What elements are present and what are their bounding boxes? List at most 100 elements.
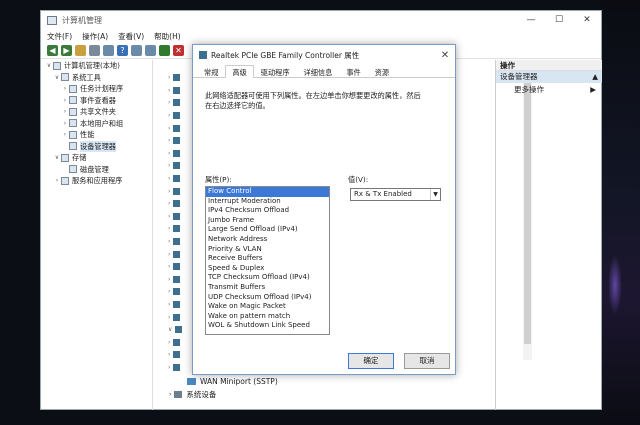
actions-device-manager[interactable]: 设备管理器 ▲: [496, 71, 602, 83]
maximize-button[interactable]: ☐: [545, 15, 573, 25]
property-list-item[interactable]: UDP Checksum Offload (IPv4): [206, 293, 329, 303]
device-category-row[interactable]: ›: [168, 122, 188, 134]
device-category-row[interactable]: ›: [168, 72, 188, 84]
minimize-button[interactable]: —: [517, 15, 545, 25]
tree-item[interactable]: › 事件查看器: [41, 95, 152, 107]
property-list-item[interactable]: Priority & VLAN: [206, 245, 329, 255]
dialog-tab[interactable]: 驱动程序: [254, 65, 297, 77]
device-category-row[interactable]: ›: [168, 349, 188, 361]
more-actions[interactable]: 更多操作 ▶: [496, 83, 602, 96]
chevron-right-icon[interactable]: ›: [168, 251, 170, 258]
tree-expander-icon[interactable]: ∨: [45, 60, 53, 72]
dialog-tab[interactable]: 常规: [197, 65, 225, 77]
menu-help[interactable]: 帮助(H): [154, 31, 181, 42]
value-dropdown[interactable]: Rx & Tx Enabled ▼: [350, 188, 441, 201]
chevron-right-icon[interactable]: ›: [168, 87, 170, 94]
property-listbox[interactable]: Flow Control Interrupt Moderation IPv4 Che…: [205, 186, 330, 335]
tree-item[interactable]: › 本地用户和组: [41, 118, 152, 130]
tree-item[interactable]: 磁盘管理: [41, 164, 152, 176]
chevron-right-icon[interactable]: ›: [168, 301, 170, 308]
device-category-row[interactable]: ›: [168, 223, 188, 235]
device-category-row[interactable]: ›: [168, 286, 188, 298]
show-hide-tree-icon[interactable]: [89, 45, 100, 56]
chevron-right-icon[interactable]: ›: [168, 225, 170, 232]
chevron-right-icon[interactable]: ›: [168, 112, 170, 119]
tree-item[interactable]: ∨ 存储: [41, 152, 152, 164]
property-list-item[interactable]: Interrupt Moderation: [206, 197, 329, 207]
chevron-right-icon[interactable]: ›: [168, 175, 170, 182]
chevron-right-icon[interactable]: ›: [168, 162, 170, 169]
property-list-item[interactable]: Receive Buffers: [206, 254, 329, 264]
chevron-right-icon[interactable]: ›: [168, 339, 170, 346]
property-list-item[interactable]: IPv4 Checksum Offload: [206, 206, 329, 216]
chevron-right-icon[interactable]: ›: [168, 150, 170, 157]
device-category-row[interactable]: ›: [168, 85, 188, 97]
uninstall-icon[interactable]: ✕: [173, 45, 184, 56]
dialog-tab[interactable]: 详细信息: [297, 65, 340, 77]
tree-expander-icon[interactable]: ∨: [53, 72, 61, 84]
chevron-right-icon[interactable]: ›: [168, 351, 170, 358]
property-list-item[interactable]: Transmit Buffers: [206, 283, 329, 293]
dialog-tab[interactable]: 高级: [225, 65, 254, 78]
chevron-right-icon[interactable]: ›: [168, 74, 170, 81]
device-category-row[interactable]: ›: [168, 211, 188, 223]
tree-item[interactable]: › 任务计划程序: [41, 83, 152, 95]
device-category-row[interactable]: ›: [168, 185, 188, 197]
menu-action[interactable]: 操作(A): [82, 31, 108, 42]
property-list-item[interactable]: TCP Checksum Offload (IPv4): [206, 273, 329, 283]
tree-item[interactable]: › 性能: [41, 129, 152, 141]
chevron-right-icon[interactable]: ›: [168, 364, 170, 371]
back-icon[interactable]: ◀: [47, 45, 58, 56]
device-category-row[interactable]: ∨: [168, 324, 188, 336]
chevron-right-icon[interactable]: ›: [168, 314, 170, 321]
chevron-right-icon[interactable]: ∨: [168, 326, 172, 333]
device-category-row[interactable]: ›: [168, 97, 188, 109]
tree-expander-icon[interactable]: ›: [53, 175, 61, 187]
tree-item[interactable]: ∨ 系统工具: [41, 72, 152, 84]
update-driver-icon[interactable]: [159, 45, 170, 56]
device-category-row[interactable]: ›: [168, 274, 188, 286]
tree-item[interactable]: 设备管理器: [41, 140, 152, 152]
cancel-button[interactable]: 取消: [404, 353, 450, 369]
monitor-icon[interactable]: [145, 45, 156, 56]
help-icon[interactable]: ?: [117, 45, 128, 56]
chevron-right-icon[interactable]: ›: [168, 200, 170, 207]
ok-button[interactable]: 确定: [348, 353, 394, 369]
tree-item[interactable]: › 共享文件夹: [41, 106, 152, 118]
chevron-right-icon[interactable]: ›: [168, 238, 170, 245]
chevron-right-icon[interactable]: ›: [168, 99, 170, 106]
wan-miniport-item[interactable]: WAN Miniport (SSTP): [187, 377, 278, 386]
chevron-right-icon[interactable]: ›: [168, 276, 170, 283]
property-list-item[interactable]: Network Address: [206, 235, 329, 245]
console-icon[interactable]: [131, 45, 142, 56]
device-category-row[interactable]: ›: [168, 173, 188, 185]
device-category-row[interactable]: ›: [168, 160, 188, 172]
system-devices-item[interactable]: › 系统设备: [169, 389, 216, 400]
device-category-row[interactable]: ›: [168, 337, 188, 349]
menu-file[interactable]: 文件(F): [47, 31, 72, 42]
tree-expander-icon[interactable]: ›: [61, 83, 69, 95]
tree-expander-icon[interactable]: ›: [61, 129, 69, 141]
device-category-row[interactable]: ›: [168, 148, 188, 160]
tree-item[interactable]: ∨ 计算机管理(本地): [41, 60, 152, 72]
device-category-row[interactable]: ›: [168, 311, 188, 323]
menu-view[interactable]: 查看(V): [118, 31, 144, 42]
close-button[interactable]: ✕: [573, 15, 601, 25]
property-list-item[interactable]: Flow Control: [206, 187, 329, 197]
property-list-item[interactable]: WOL & Shutdown Link Speed: [206, 321, 329, 331]
property-list-item[interactable]: Jumbo Frame: [206, 216, 329, 226]
chevron-right-icon[interactable]: ›: [168, 125, 170, 132]
dialog-tab[interactable]: 事件: [339, 65, 367, 77]
chevron-right-icon[interactable]: ›: [168, 288, 170, 295]
property-list-item[interactable]: Speed & Duplex: [206, 264, 329, 274]
device-category-row[interactable]: ›: [168, 236, 188, 248]
device-category-row[interactable]: ›: [168, 248, 188, 260]
properties-icon[interactable]: [103, 45, 114, 56]
device-category-row[interactable]: ›: [168, 110, 188, 122]
tree-expander-icon[interactable]: ›: [61, 95, 69, 107]
device-category-row[interactable]: ›: [168, 198, 188, 210]
tree-expander-icon[interactable]: ∨: [53, 152, 61, 164]
tree-item[interactable]: › 服务和应用程序: [41, 175, 152, 187]
property-list-item[interactable]: Large Send Offload (IPv4): [206, 225, 329, 235]
dialog-tab[interactable]: 资源: [368, 65, 396, 77]
